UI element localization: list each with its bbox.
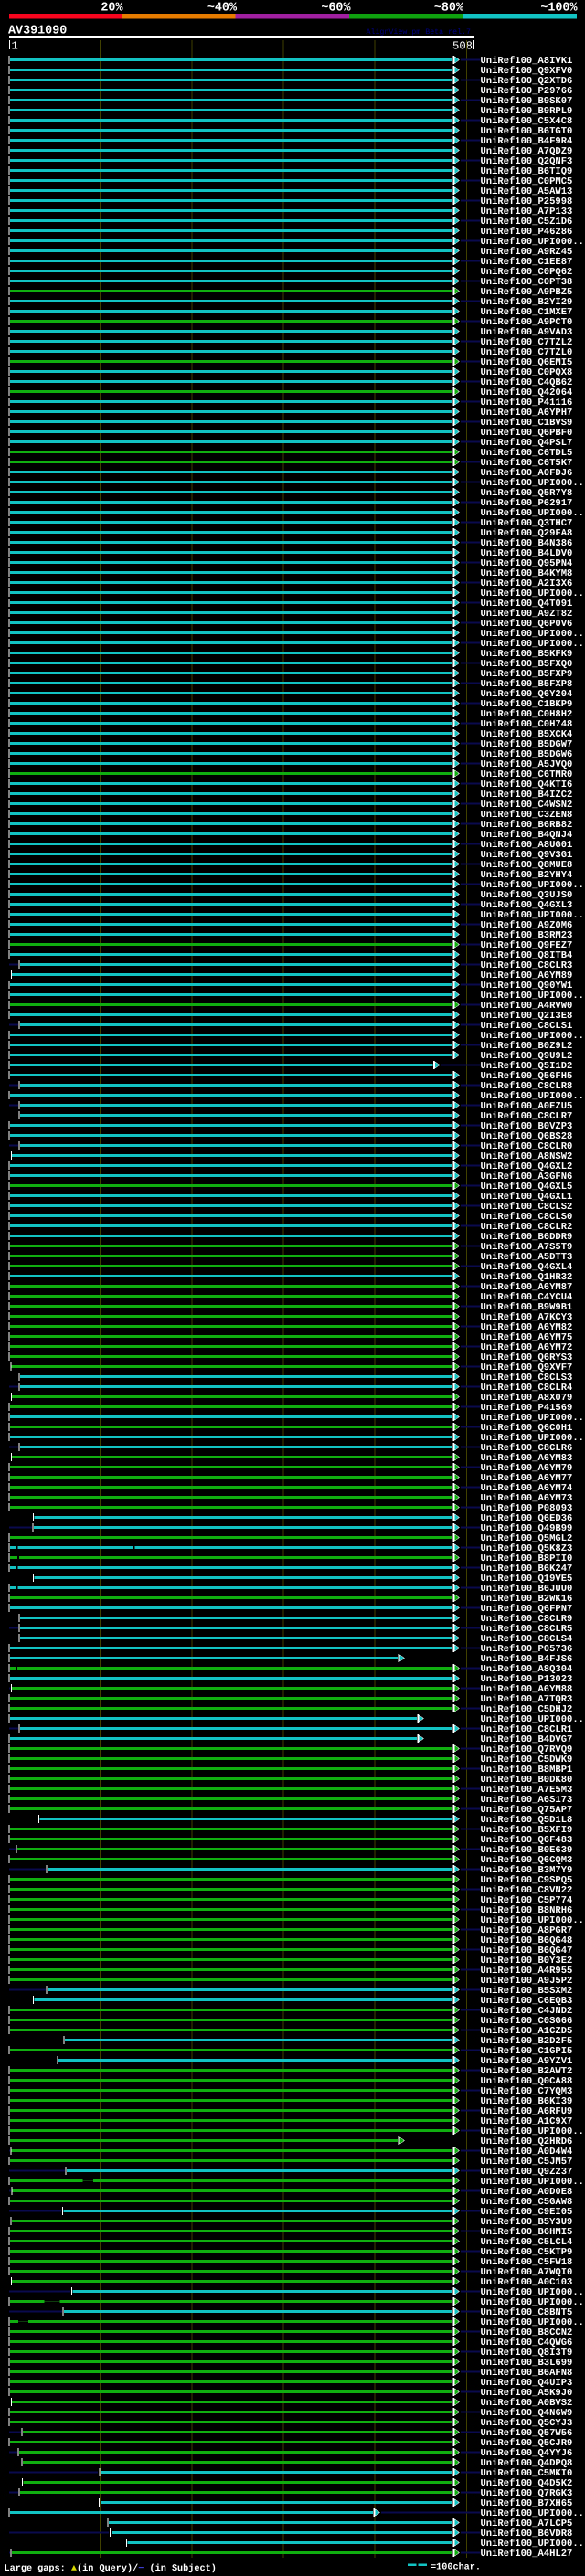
svg-text:20%: 20% [101, 2, 123, 16]
svg-text:Large gaps: ▲(in Query)/− (in: Large gaps: ▲(in Query)/− (in Subject) [5, 2563, 217, 2574]
svg-text:UniRef100_A4HL27: UniRef100_A4HL27 [481, 2549, 573, 2560]
svg-text:~60%: ~60% [321, 2, 351, 16]
svg-text:1: 1 [12, 40, 18, 53]
svg-text:~40%: ~40% [207, 2, 238, 16]
svg-text:~100%: ~100% [540, 2, 578, 16]
svg-text:508: 508 [452, 40, 473, 53]
svg-text:AlignView.pm Beta rel.7: AlignView.pm Beta rel.7 [367, 27, 472, 37]
svg-text:=100char.: =100char. [431, 2562, 481, 2573]
svg-text:~80%: ~80% [434, 2, 464, 16]
